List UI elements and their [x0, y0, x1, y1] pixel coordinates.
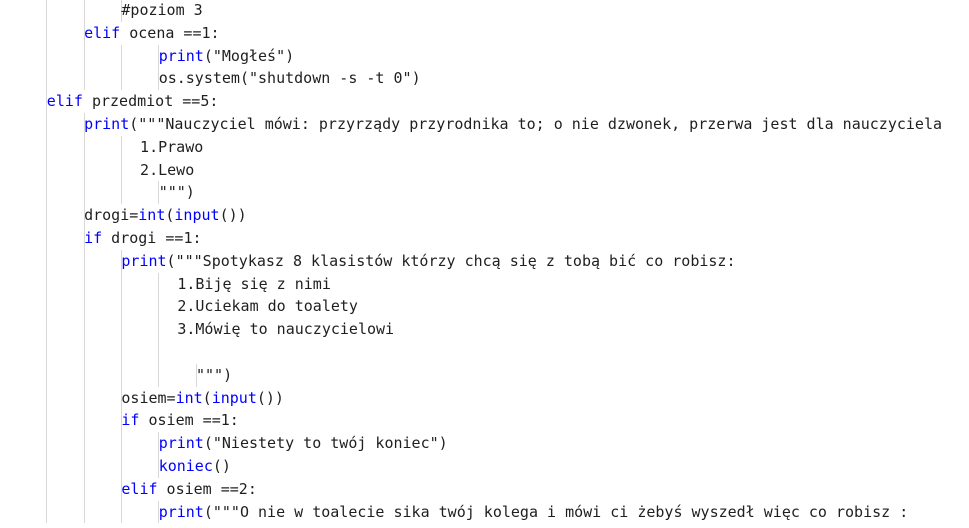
indent-guide: [83, 44, 85, 68]
indent-guide: [46, 272, 48, 296]
indent-guide: [83, 500, 85, 524]
code-line[interactable]: 2.Uciekam do toalety: [177, 295, 358, 318]
indent-guide: [120, 295, 122, 319]
code-line[interactable]: os.system("shutdown -s -t 0"): [159, 67, 421, 90]
indent-guide: [46, 318, 48, 341]
indent-guide: [46, 21, 48, 45]
indent-guide: [46, 363, 48, 387]
indent-guide: [158, 363, 160, 387]
indent-guide: [120, 363, 122, 387]
indent-guide: [83, 409, 85, 433]
indent-guide: [46, 204, 48, 227]
code-line[interactable]: 1.Biję się z nimi: [177, 273, 331, 296]
indent-guide: [46, 181, 48, 205]
indent-guide: [120, 500, 122, 524]
indent-guide: [46, 432, 48, 455]
code-line[interactable]: osiem=int(input()): [121, 387, 284, 410]
indent-guide: [46, 477, 48, 501]
indent-guide: [46, 135, 48, 159]
indent-guide: [83, 67, 85, 91]
code-editor[interactable]: #poziom 3 elif ocena ==1: print("Mogłeś") o…: [0, 0, 969, 528]
code-line[interactable]: elif osiem ==2:: [121, 478, 256, 501]
indent-guide: [83, 295, 85, 319]
indent-guide: [83, 363, 85, 387]
indent-guide: [46, 0, 48, 22]
indent-guide: [120, 158, 122, 182]
indent-guide: [120, 432, 122, 455]
indent-guide: [83, 477, 85, 501]
indent-guide: [158, 341, 160, 364]
indent-guide: [46, 341, 48, 364]
indent-guide: [83, 341, 85, 364]
indent-guide: [46, 67, 48, 91]
code-line[interactable]: if drogi ==1:: [84, 227, 201, 250]
indent-guide: [158, 318, 160, 341]
code-line[interactable]: """): [196, 364, 232, 387]
indent-guide: [120, 272, 122, 296]
indent-guide: [83, 272, 85, 296]
code-line[interactable]: 2.Lewo: [140, 159, 194, 182]
code-line[interactable]: print("""O nie w toalecie sika twój kole…: [159, 501, 909, 524]
code-line[interactable]: elif ocena ==1:: [84, 22, 219, 45]
indent-guide: [83, 181, 85, 205]
code-line[interactable]: """): [159, 181, 195, 204]
indent-guide: [46, 386, 48, 410]
indent-guide: [46, 44, 48, 68]
code-line[interactable]: elif przedmiot ==5:: [47, 90, 219, 113]
indent-guide: [120, 455, 122, 478]
indent-guide: [120, 318, 122, 341]
indent-guide: [83, 455, 85, 478]
indent-guide: [83, 0, 85, 22]
code-line[interactable]: print("""Nauczyciel mówi: przyrządy przy…: [84, 113, 942, 136]
indent-guide: [83, 135, 85, 159]
indent-guide: [120, 44, 122, 68]
indent-guide: [83, 318, 85, 341]
indent-guide: [46, 455, 48, 478]
indent-guide: [46, 500, 48, 524]
code-line[interactable]: #poziom 3: [121, 0, 202, 22]
indent-guide: [46, 409, 48, 433]
code-line[interactable]: koniec(): [159, 455, 231, 478]
code-line[interactable]: drogi=int(input()): [84, 204, 247, 227]
indent-guide: [46, 113, 48, 136]
code-line[interactable]: print("""Spotykasz 8 klasistów którzy ch…: [121, 250, 735, 273]
indent-guide: [83, 158, 85, 182]
indent-guide: [46, 158, 48, 182]
indent-guide: [120, 181, 122, 205]
indent-guide: [83, 386, 85, 410]
code-line[interactable]: print("Niestety to twój koniec"): [159, 432, 448, 455]
indent-guide: [120, 135, 122, 159]
indent-guide: [46, 249, 48, 273]
code-line[interactable]: 3.Mówię to nauczycielowi: [177, 318, 394, 341]
indent-guide: [158, 295, 160, 319]
indent-guide: [46, 295, 48, 319]
code-line[interactable]: if osiem ==1:: [121, 409, 238, 432]
indent-guide: [83, 432, 85, 455]
code-line[interactable]: 1.Prawo: [140, 136, 203, 159]
indent-guide: [120, 67, 122, 91]
indent-guide: [120, 341, 122, 364]
indent-guide: [46, 227, 48, 250]
code-line[interactable]: print("Mogłeś"): [159, 45, 294, 68]
indent-guide: [83, 249, 85, 273]
indent-guide: [158, 272, 160, 296]
